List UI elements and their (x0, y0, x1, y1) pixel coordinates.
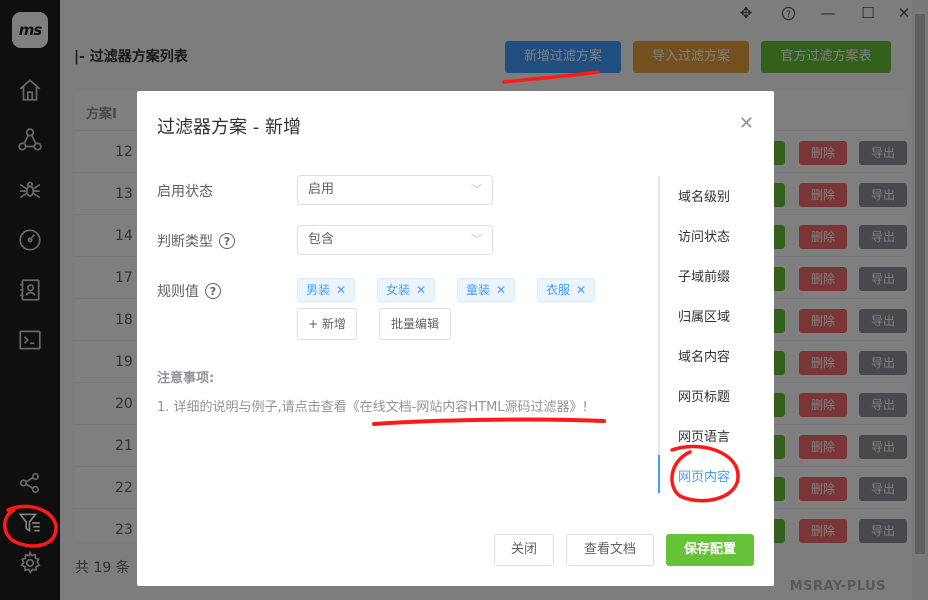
type-label: 判断类型 ? (157, 231, 235, 251)
side-item-domain-level[interactable]: 域名级别 (678, 186, 730, 205)
help-icon[interactable]: ? (219, 233, 235, 249)
tag-label: 童装 (466, 283, 491, 297)
side-item-domain-content[interactable]: 域名内容 (678, 346, 730, 365)
rule-tag: 衣服 ✕ (537, 278, 596, 302)
type-select[interactable]: 包含 ﹀ (297, 225, 493, 255)
help-icon[interactable]: ? (205, 283, 221, 299)
side-menu-active-indicator (658, 455, 660, 493)
chevron-down-icon: ﹀ (471, 233, 482, 246)
type-label-text: 判断类型 (157, 234, 213, 250)
view-docs-button[interactable]: 查看文档 (566, 534, 654, 566)
status-label: 启用状态 (157, 181, 213, 201)
side-item-page-content[interactable]: 网页内容 (678, 466, 730, 485)
batch-edit-button[interactable]: 批量编辑 (379, 308, 451, 340)
rule-tag: 女装 ✕ (377, 278, 436, 302)
status-label-text: 启用状态 (157, 184, 213, 200)
notes-line: 1. 详细的说明与例子,请点击查看《在线文档-网站内容HTML源码过滤器》! (157, 396, 588, 415)
side-item-subdomain-prefix[interactable]: 子域前缀 (678, 266, 730, 285)
add-rule-button[interactable]: + 新增 (297, 308, 357, 340)
tag-close-icon[interactable]: ✕ (496, 283, 506, 297)
side-item-region[interactable]: 归属区域 (678, 306, 730, 325)
close-icon[interactable]: ✕ (739, 113, 754, 134)
side-menu-track (658, 176, 660, 494)
tag-close-icon[interactable]: ✕ (416, 283, 426, 297)
tag-label: 衣服 (546, 283, 571, 297)
type-value: 包含 (308, 232, 335, 247)
tag-label: 女装 (386, 283, 411, 297)
notes-text: 1. 详细的说明与例子,请点击查看 (157, 400, 347, 415)
docs-link[interactable]: 《在线文档-网站内容HTML源码过滤器》 (347, 400, 583, 415)
dialog-title: 过滤器方案 - 新增 (157, 117, 301, 138)
rule-tag: 童装 ✕ (457, 278, 516, 302)
notes-end: ! (582, 400, 588, 415)
add-filter-scheme-dialog: 过滤器方案 - 新增 ✕ 启用状态 启用 ﹀ 判断类型 ? 包含 ﹀ 规则值 ?… (137, 91, 774, 586)
rule-label-text: 规则值 (157, 284, 199, 300)
rule-label: 规则值 ? (157, 281, 221, 301)
tag-close-icon[interactable]: ✕ (336, 283, 346, 297)
side-item-page-title[interactable]: 网页标题 (678, 386, 730, 405)
tag-close-icon[interactable]: ✕ (576, 283, 586, 297)
side-item-access-status[interactable]: 访问状态 (678, 226, 730, 245)
rule-tag: 男装 ✕ (297, 278, 356, 302)
save-config-button[interactable]: 保存配置 (666, 534, 754, 566)
status-value: 启用 (308, 182, 335, 197)
close-button[interactable]: 关闭 (494, 534, 554, 566)
tag-label: 男装 (306, 283, 331, 297)
side-item-page-language[interactable]: 网页语言 (678, 426, 730, 445)
chevron-down-icon: ﹀ (471, 183, 482, 196)
notes-title: 注意事项: (157, 371, 215, 386)
status-select[interactable]: 启用 ﹀ (297, 175, 493, 205)
